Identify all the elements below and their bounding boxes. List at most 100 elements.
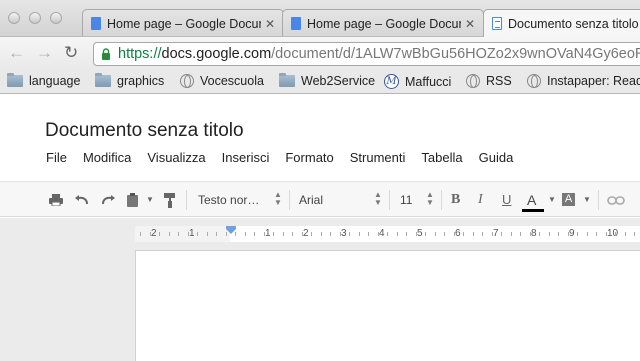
ruler-tick bbox=[349, 232, 350, 236]
menu-formato[interactable]: Formato bbox=[285, 150, 333, 165]
document-icon bbox=[492, 17, 502, 30]
globe-icon bbox=[466, 74, 480, 88]
ruler-tick bbox=[368, 232, 369, 236]
link-icon[interactable] bbox=[607, 196, 625, 205]
browser-tab-2[interactable]: Home page – Google Docum ✕ bbox=[282, 9, 484, 37]
bookmark-label: RSS bbox=[486, 74, 512, 88]
ruler-number: 9 bbox=[569, 228, 575, 239]
paste-icon[interactable] bbox=[127, 193, 139, 207]
docs-menu-bar: File Modifica Visualizza Inserisci Forma… bbox=[46, 150, 529, 165]
ruler-tick bbox=[615, 232, 616, 236]
bookmark-label: graphics bbox=[117, 74, 165, 88]
bookmark-instapaper[interactable]: Instapaper: Read bbox=[527, 74, 640, 88]
style-dropdown[interactable]: Testo nor… bbox=[198, 193, 259, 207]
menu-tabella[interactable]: Tabella bbox=[421, 150, 462, 165]
folder-icon bbox=[95, 73, 111, 87]
bookmark-label: Instapaper: Read bbox=[547, 74, 640, 88]
paste-dropdown-icon[interactable]: ▼ bbox=[146, 195, 154, 204]
italic-button[interactable]: I bbox=[478, 192, 483, 208]
ruler-tick bbox=[444, 232, 445, 236]
browser-tab-active[interactable]: Documento senza titolo bbox=[483, 9, 640, 37]
ruler-tick bbox=[140, 232, 141, 236]
menu-file[interactable]: File bbox=[46, 150, 67, 165]
ruler-tick bbox=[359, 232, 360, 236]
updown-arrows-icon: ▲ ▼ bbox=[374, 190, 382, 207]
font-size-dropdown[interactable]: 11 bbox=[400, 193, 412, 207]
zoom-window-button[interactable] bbox=[50, 12, 62, 24]
ruler-tick bbox=[311, 232, 312, 236]
ruler-tick bbox=[634, 232, 635, 236]
ruler-tick bbox=[330, 232, 331, 236]
ruler-tick bbox=[387, 232, 388, 236]
reload-icon[interactable]: ↻ bbox=[64, 43, 78, 63]
text-color-swatch bbox=[522, 209, 544, 212]
bookmark-graphics[interactable]: graphics bbox=[95, 73, 165, 88]
minimize-window-button[interactable] bbox=[29, 12, 41, 24]
document-page[interactable] bbox=[135, 250, 640, 361]
tab-title: Home page – Google Docum bbox=[307, 16, 461, 31]
text-color-dropdown-icon[interactable]: ▼ bbox=[548, 195, 556, 204]
ruler-tick bbox=[596, 232, 597, 236]
ruler-tick bbox=[416, 232, 417, 236]
ruler-tick bbox=[169, 232, 170, 236]
bookmark-rss[interactable]: RSS bbox=[466, 74, 512, 88]
ruler-tick bbox=[264, 232, 265, 236]
browser-tab-1[interactable]: Home page – Google Docum ✕ bbox=[82, 9, 284, 37]
print-icon[interactable] bbox=[49, 194, 63, 206]
bookmark-vocescuola[interactable]: Vocescuola bbox=[180, 74, 264, 88]
close-tab-icon[interactable]: ✕ bbox=[465, 17, 475, 31]
bookmark-maffucci[interactable]: M Maffucci bbox=[384, 74, 451, 89]
ruler-tick bbox=[435, 232, 436, 236]
ruler-tick bbox=[454, 232, 455, 236]
ruler-tick bbox=[397, 232, 398, 236]
text-color-button[interactable]: A bbox=[527, 192, 536, 208]
highlight-color-button[interactable]: A bbox=[562, 193, 575, 206]
paint-format-icon[interactable] bbox=[164, 193, 176, 208]
ruler-tick bbox=[340, 232, 341, 236]
menu-guida[interactable]: Guida bbox=[479, 150, 514, 165]
ruler-tick bbox=[292, 232, 293, 236]
bookmark-label: language bbox=[29, 74, 81, 88]
document-title[interactable]: Documento senza titolo bbox=[45, 120, 244, 142]
bookmark-web2service[interactable]: Web2Service bbox=[279, 73, 375, 88]
tab-strip: Home page – Google Docum ✕ Home page – G… bbox=[0, 0, 640, 37]
ruler-tick bbox=[254, 232, 255, 236]
undo-icon[interactable] bbox=[75, 195, 89, 205]
ruler-number: 10 bbox=[607, 228, 619, 239]
redo-icon[interactable] bbox=[101, 195, 115, 205]
bold-button[interactable]: B bbox=[451, 192, 460, 208]
menu-strumenti[interactable]: Strumenti bbox=[350, 150, 406, 165]
ruler-tick bbox=[273, 232, 274, 236]
font-dropdown[interactable]: Arial bbox=[299, 193, 323, 207]
ruler-tick bbox=[321, 232, 322, 236]
close-window-button[interactable] bbox=[8, 12, 20, 24]
menu-inserisci[interactable]: Inserisci bbox=[222, 150, 270, 165]
underline-button[interactable]: U bbox=[502, 192, 511, 207]
indent-marker-icon[interactable] bbox=[226, 226, 236, 234]
bookmark-label: Maffucci bbox=[405, 74, 452, 89]
forward-arrow-icon[interactable]: → bbox=[36, 43, 53, 63]
close-tab-icon[interactable]: ✕ bbox=[265, 17, 275, 31]
ruler-tick bbox=[159, 232, 160, 236]
ruler-number: 1 bbox=[265, 228, 271, 239]
highlight-dropdown-icon[interactable]: ▼ bbox=[583, 195, 591, 204]
ruler-tick bbox=[625, 232, 626, 236]
ruler-tick bbox=[530, 232, 531, 236]
back-arrow-icon[interactable]: ← bbox=[8, 43, 25, 63]
bookmarks-bar: language graphics Vocescuola Web2Service… bbox=[0, 70, 640, 94]
ruler-tick bbox=[568, 232, 569, 236]
ruler-tick bbox=[188, 232, 189, 236]
ruler-number: 7 bbox=[493, 228, 499, 239]
bookmark-language[interactable]: language bbox=[7, 73, 81, 88]
ruler-tick bbox=[577, 232, 578, 236]
menu-visualizza[interactable]: Visualizza bbox=[147, 150, 205, 165]
docs-blue-icon bbox=[291, 17, 301, 30]
maffucci-logo-icon: M bbox=[384, 74, 399, 89]
tab-title: Home page – Google Docum bbox=[107, 16, 261, 31]
ruler-tick bbox=[511, 232, 512, 236]
ruler-tick bbox=[245, 232, 246, 236]
address-bar[interactable]: https://docs.google.com/document/d/1ALW7… bbox=[93, 42, 640, 66]
ruler-tick bbox=[492, 232, 493, 236]
ruler-tick bbox=[473, 232, 474, 236]
menu-modifica[interactable]: Modifica bbox=[83, 150, 131, 165]
